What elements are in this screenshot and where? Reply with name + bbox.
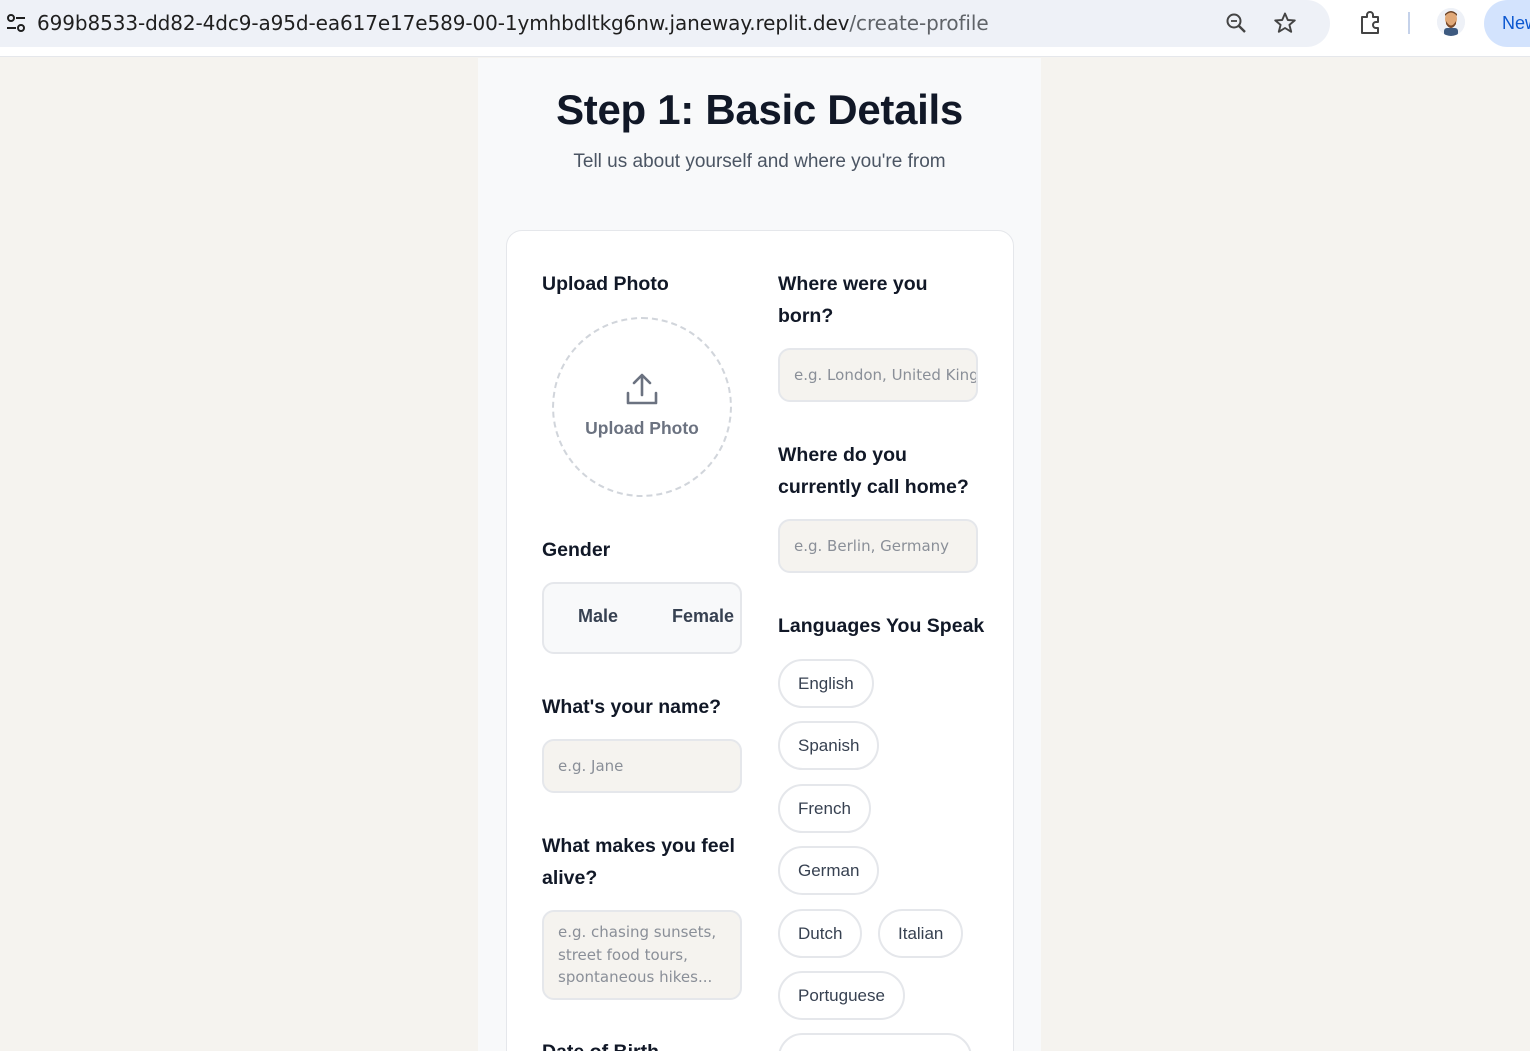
- language-chip-more[interactable]: [778, 1033, 972, 1051]
- language-chip-french[interactable]: French: [778, 784, 871, 833]
- page-title: Step 1: Basic Details: [556, 86, 963, 133]
- site-settings-icon[interactable]: [6, 14, 26, 32]
- language-chip-german[interactable]: German: [778, 846, 880, 895]
- url-text[interactable]: 699b8533-dd82-4dc9-a95d-ea617e17e589-00-…: [37, 11, 989, 35]
- gender-option-female[interactable]: Female: [672, 606, 734, 627]
- home-label: Where do you currently call home?: [778, 444, 969, 498]
- page-subtitle: Tell us about yourself and where you're …: [573, 151, 946, 172]
- browser-toolbar: 699b8533-dd82-4dc9-a95d-ea617e17e589-00-…: [0, 0, 1530, 57]
- languages-label: Languages You Speak: [778, 615, 985, 637]
- new-label: New: [1502, 13, 1530, 33]
- feel-alive-textarea[interactable]: e.g. chasing sunsets, street food tours,…: [542, 910, 742, 1000]
- upload-photo-text: Upload Photo: [585, 418, 699, 438]
- upload-photo-label: Upload Photo: [542, 273, 669, 295]
- bookmark-star-icon[interactable]: [1273, 11, 1297, 35]
- language-chip-english[interactable]: English: [778, 659, 874, 708]
- url-path: /create-profile: [849, 11, 989, 35]
- address-bar[interactable]: 699b8533-dd82-4dc9-a95d-ea617e17e589-00-…: [0, 0, 1330, 47]
- upload-photo-button[interactable]: [552, 317, 732, 497]
- home-input[interactable]: e.g. Berlin, Germany: [778, 519, 978, 573]
- birthplace-label: Where were you born?: [778, 273, 928, 327]
- language-chip-dutch[interactable]: Dutch: [778, 909, 863, 958]
- feel-alive-label: What makes you feel alive?: [542, 835, 735, 889]
- toolbar-separator: [1408, 12, 1410, 34]
- new-chrome-button[interactable]: New: [1484, 0, 1530, 47]
- birthplace-input[interactable]: e.g. London, United Kingdom: [778, 348, 978, 402]
- gender-option-male[interactable]: Male: [578, 606, 618, 627]
- name-label: What's your name?: [542, 696, 722, 718]
- language-chip-italian[interactable]: Italian: [878, 909, 964, 958]
- name-input[interactable]: e.g. Jane: [542, 739, 742, 793]
- language-chip-portuguese[interactable]: Portuguese: [778, 971, 905, 1020]
- avatar[interactable]: [1437, 8, 1465, 36]
- gender-label: Gender: [542, 539, 611, 561]
- avatar-image: [1437, 8, 1465, 36]
- url-host: 699b8533-dd82-4dc9-a95d-ea617e17e589-00-…: [37, 11, 850, 35]
- language-chip-spanish[interactable]: Spanish: [778, 721, 880, 770]
- upload-icon: [626, 373, 658, 405]
- zoom-icon[interactable]: [1224, 11, 1248, 35]
- dob-label: Date of Birth: [542, 1036, 659, 1051]
- extensions-icon[interactable]: [1358, 9, 1384, 35]
